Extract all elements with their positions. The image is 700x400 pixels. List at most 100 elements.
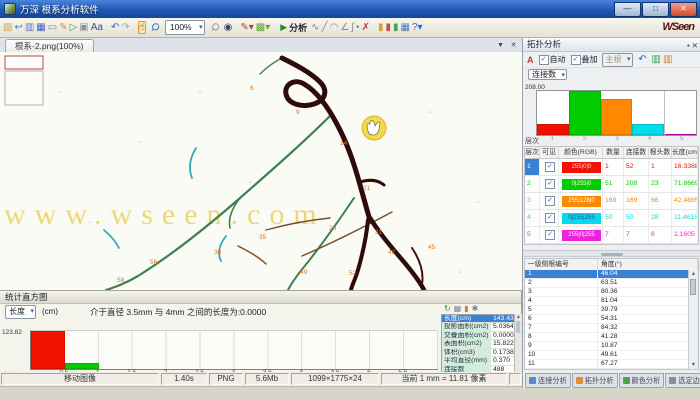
- chart-red-icon[interactable]: ▮: [385, 22, 391, 33]
- open-folder-icon[interactable]: ▨: [3, 22, 12, 33]
- draw-arc-icon[interactable]: ◠: [330, 22, 339, 33]
- table-row[interactable]: 交叠面积(cm2) 0.0000: [442, 332, 521, 340]
- refresh-icon[interactable]: ↻: [444, 304, 451, 314]
- minimize-button[interactable]: —: [614, 2, 641, 17]
- table-row[interactable]: 5 ✓ 255|0|255 7 7 6 1.1605: [525, 227, 698, 244]
- table-row[interactable]: 3 80.36: [525, 288, 689, 297]
- print-icon[interactable]: ▭: [48, 22, 57, 33]
- revert-icon[interactable]: ↩: [14, 22, 22, 33]
- view-eye-icon[interactable]: ◉: [224, 22, 233, 33]
- chart-grid-icon[interactable]: ▦: [400, 22, 409, 33]
- column-header[interactable]: 连接数: [624, 147, 649, 158]
- erase-icon[interactable]: ✗: [362, 22, 370, 33]
- table-row[interactable]: 投影面积(cm2) 5.0364: [442, 323, 521, 331]
- export-icon[interactable]: ▷: [70, 22, 78, 33]
- draw-curve-icon[interactable]: ∫: [351, 22, 354, 33]
- visible-checkbox[interactable]: ✓: [545, 162, 555, 172]
- close-button[interactable]: ✕: [670, 2, 697, 17]
- font-icon[interactable]: A: [527, 55, 534, 65]
- chart-green-icon[interactable]: ▮: [393, 22, 399, 33]
- zoom-in-icon[interactable]: Ϙ: [145, 17, 166, 38]
- table-row[interactable]: 表面积(cm2) 15.8225: [442, 340, 521, 348]
- column-header[interactable]: 角度(°): [598, 259, 698, 270]
- column-header[interactable]: 根头数: [649, 147, 672, 158]
- navigator-box[interactable]: [5, 56, 43, 69]
- analysis-tab[interactable]: 连接分析: [525, 373, 571, 388]
- table-row[interactable]: 1 ✓ 255|0|0 1 52 1 16.3388: [525, 159, 698, 176]
- marker-pen-icon[interactable]: ✎▾: [240, 22, 253, 33]
- zoom-out-icon[interactable]: Ϙ: [204, 17, 225, 38]
- table-row[interactable]: 11 67.27: [525, 360, 689, 369]
- scroll-up-icon[interactable]: ▲: [516, 314, 521, 320]
- column-header[interactable]: 层次: [525, 147, 540, 158]
- navigator-preview[interactable]: [5, 71, 43, 105]
- visible-checkbox[interactable]: ✓: [545, 213, 555, 223]
- bar-chart-icon[interactable]: ▥: [663, 54, 672, 65]
- undo-icon[interactable]: ↶: [636, 52, 650, 67]
- table-row[interactable]: 长度(cm) 143.436: [442, 315, 521, 323]
- document-tab[interactable]: 根系-2.png(100%): [5, 39, 94, 52]
- table-row[interactable]: 3 ✓ 255|128|0 169 169 66 42.4885: [525, 193, 698, 210]
- maximize-button[interactable]: □: [642, 2, 669, 17]
- scrollbar[interactable]: ▲ ▼: [688, 270, 698, 369]
- save-as-icon[interactable]: ▦: [36, 22, 45, 33]
- region-select-icon[interactable]: ▩▾: [256, 22, 270, 33]
- table-row[interactable]: 2 63.51: [525, 279, 689, 288]
- table-row[interactable]: 8 41.28: [525, 333, 689, 342]
- table-row[interactable]: 4 81.04: [525, 297, 689, 306]
- table-row[interactable]: 5 39.79: [525, 306, 689, 315]
- table-row[interactable]: 9 10.87: [525, 342, 689, 351]
- level-cell[interactable]: 5: [525, 227, 540, 243]
- level-cell[interactable]: 1: [525, 159, 540, 175]
- save-icon[interactable]: ▥: [25, 22, 34, 33]
- draw-line-icon[interactable]: ╱: [322, 22, 328, 33]
- chart-icon[interactable]: ▮: [464, 304, 468, 314]
- level-cell[interactable]: 2: [525, 176, 540, 192]
- analysis-tab[interactable]: 拓扑分析: [572, 373, 618, 388]
- settings-gear-icon[interactable]: ✱: [472, 304, 479, 314]
- overlay-checkbox[interactable]: ✓: [571, 55, 581, 65]
- table-row[interactable]: 6 54.31: [525, 315, 689, 324]
- tab-list-icon[interactable]: ▼: [495, 40, 506, 51]
- image-canvas[interactable]: www.wseen.com: [0, 52, 523, 290]
- pin-icon[interactable]: ▪: [687, 41, 690, 50]
- scroll-down-icon[interactable]: ▼: [689, 361, 698, 369]
- root-type-combo[interactable]: 主根 ▾: [602, 53, 633, 67]
- scrollbar[interactable]: ▲: [514, 314, 522, 375]
- redo-icon[interactable]: ↷: [121, 22, 129, 33]
- level-cell[interactable]: 3: [525, 193, 540, 209]
- visible-checkbox[interactable]: ✓: [545, 196, 555, 206]
- draw-angle-icon[interactable]: ∠: [340, 22, 349, 33]
- table-row[interactable]: 平均直径(mm) 0.370: [442, 357, 521, 365]
- table-row[interactable]: 7 84.32: [525, 324, 689, 333]
- scroll-thumb[interactable]: [690, 279, 696, 295]
- panel-close-icon[interactable]: ✕: [692, 41, 698, 50]
- draw-point-icon[interactable]: •: [356, 22, 360, 33]
- level-cell[interactable]: 4: [525, 210, 540, 226]
- close-document-icon[interactable]: ✕: [508, 40, 519, 51]
- chart-metric-combo[interactable]: 连接数 ▾: [528, 69, 567, 80]
- panel-splitter[interactable]: [523, 250, 700, 257]
- table-row[interactable]: 1 46.04: [525, 270, 689, 279]
- chart-gold-icon[interactable]: ▮: [378, 22, 384, 33]
- copy-icon[interactable]: ▣: [79, 22, 88, 33]
- analysis-tab[interactable]: 选定边信息: [665, 373, 700, 388]
- table-row[interactable]: 体积(cm3) 0.1738: [442, 349, 521, 357]
- text-icon[interactable]: Aa: [91, 22, 103, 33]
- visible-checkbox[interactable]: ✓: [545, 179, 555, 189]
- edit-pencil-icon[interactable]: ✎: [59, 22, 67, 33]
- scroll-up-icon[interactable]: ▲: [691, 271, 696, 277]
- export-chart-icon[interactable]: ▥: [652, 54, 661, 65]
- table-row[interactable]: 2 ✓ 0|255|0 51 208 23 71.8669: [525, 176, 698, 193]
- table-row[interactable]: 4 ✓ 0|255|255 50 50 28 11.4615: [525, 210, 698, 227]
- table-row[interactable]: 10 49.61: [525, 351, 689, 360]
- analyze-button[interactable]: ▶ 分析: [280, 21, 307, 34]
- undo-icon[interactable]: ↶: [111, 22, 119, 33]
- column-header[interactable]: 一级侧根编号: [525, 259, 598, 270]
- column-header[interactable]: 颜色(RGB): [559, 147, 603, 158]
- auto-checkbox[interactable]: ✓: [539, 55, 549, 65]
- column-header[interactable]: 可见: [540, 147, 559, 158]
- scroll-thumb[interactable]: [516, 321, 520, 333]
- visible-checkbox[interactable]: ✓: [545, 230, 555, 240]
- column-header[interactable]: 长度(cm): [672, 147, 698, 158]
